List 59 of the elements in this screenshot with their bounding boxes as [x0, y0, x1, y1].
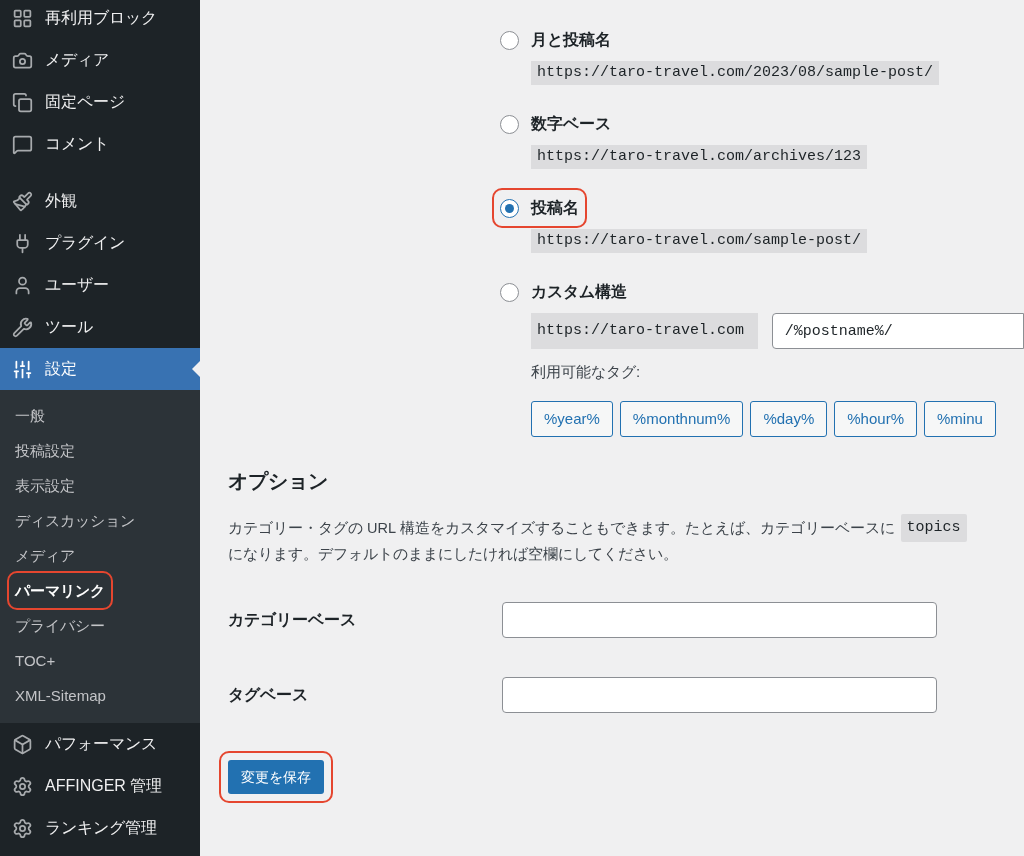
tag-button[interactable]: %year%: [531, 401, 613, 437]
tag-button[interactable]: %hour%: [834, 401, 917, 437]
tag-button[interactable]: %monthnum%: [619, 401, 744, 437]
submenu-item[interactable]: XML-Sitemap: [15, 684, 106, 707]
gear-icon: [12, 775, 33, 797]
input-field[interactable]: [502, 677, 937, 713]
submenu-item[interactable]: 表示設定: [15, 474, 75, 497]
description-text: カテゴリー・タグの URL 構造をカスタマイズすることもできます。たとえば、カテゴリーベースに: [228, 519, 895, 538]
submenu-item[interactable]: 投稿設定: [15, 439, 75, 462]
pages-icon: [12, 91, 33, 113]
sidebar-item[interactable]: コメント: [0, 123, 200, 165]
option-label: 投稿名: [531, 198, 579, 218]
url-example: https://taro-travel.com/2023/08/sample-post/: [531, 61, 940, 85]
submenu-item[interactable]: パーマリンク: [15, 579, 105, 602]
sidebar-item[interactable]: ランキング管理: [0, 807, 200, 849]
code-example: topics: [900, 514, 967, 542]
sidebar-item[interactable]: ツール: [0, 306, 200, 348]
url-prefix: https://taro-travel.com: [531, 313, 758, 349]
cube-icon: [12, 733, 33, 755]
sidebar-item[interactable]: メディア: [0, 39, 200, 81]
settings-sliders-icon: [12, 358, 33, 380]
custom-structure-field[interactable]: /%postname%/: [771, 313, 1024, 349]
submenu-item[interactable]: メディア: [15, 544, 75, 567]
submenu-item[interactable]: プライバシー: [15, 614, 105, 637]
tag-button[interactable]: %minu: [923, 401, 996, 437]
speech-bubble-icon: [12, 133, 33, 155]
sidebar-item[interactable]: 設定: [0, 348, 200, 390]
url-example: https://taro-travel.com/sample-post/: [531, 229, 868, 253]
submenu-item[interactable]: 一般: [15, 404, 45, 427]
sidebar-item[interactable]: 固定ページ: [0, 81, 200, 123]
radio-button[interactable]: [500, 30, 519, 50]
radio-button[interactable]: [500, 198, 519, 218]
sidebar-item[interactable]: AFFINGER 管理: [0, 765, 200, 807]
description-text: になります。デフォルトのままにしたければ空欄にしてください。: [228, 545, 679, 564]
field-label: カテゴリーベース: [228, 610, 357, 630]
blocks-grid-icon: [12, 7, 33, 29]
tag-button[interactable]: %day%: [750, 401, 828, 437]
field-label: タグベース: [228, 685, 309, 705]
submenu-item[interactable]: ディスカッション: [15, 509, 135, 532]
sidebar-item[interactable]: 外観: [0, 180, 200, 222]
gear-icon: [12, 817, 33, 839]
sidebar-item[interactable]: プラグイン: [0, 222, 200, 264]
option-label: 数字ベース: [531, 114, 611, 134]
sidebar-item[interactable]: パフォーマンス: [0, 723, 200, 765]
option-label: カスタム構造: [531, 282, 627, 302]
sidebar-item[interactable]: ユーザー: [0, 264, 200, 306]
section-heading: オプション: [228, 469, 329, 494]
radio-button[interactable]: [500, 114, 519, 134]
url-example: https://taro-travel.com/archives/123: [531, 145, 868, 169]
option-label: 月と投稿名: [531, 30, 611, 50]
submenu-item[interactable]: TOC+: [15, 649, 56, 672]
input-field[interactable]: [502, 602, 937, 638]
current-pointer-icon: [192, 361, 200, 377]
sidebar-item[interactable]: 再利用ブロック: [0, 0, 200, 39]
radio-button[interactable]: [500, 282, 519, 302]
tags-label: 利用可能なタグ:: [531, 362, 642, 382]
wrench-icon: [12, 316, 33, 338]
save-button[interactable]: 変更を保存: [228, 760, 324, 794]
paintbrush-icon: [12, 190, 33, 212]
